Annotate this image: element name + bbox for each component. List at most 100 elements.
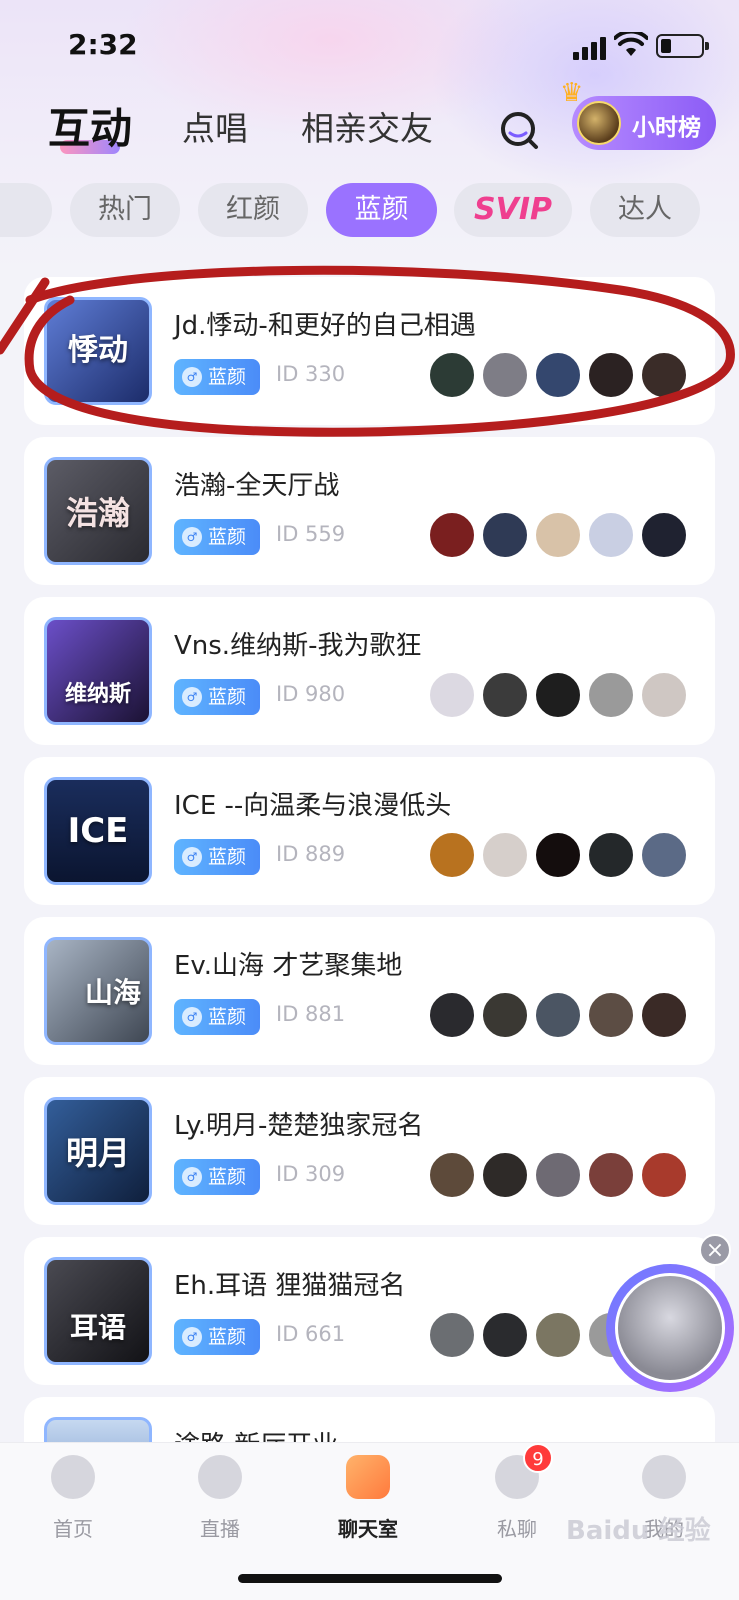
avatar[interactable] xyxy=(587,1151,635,1199)
avatar[interactable] xyxy=(481,511,529,559)
nav-label: 聊天室 xyxy=(338,1517,398,1541)
avatar[interactable] xyxy=(640,351,688,399)
room-card[interactable]: 明月 Ly.明月-楚楚独家冠名 ♂ 蓝颜 ID 309 xyxy=(24,1077,715,1225)
room-card[interactable]: 山海 Ev.山海 才艺聚集地 ♂ 蓝颜 ID 881 xyxy=(24,917,715,1065)
male-icon: ♂ xyxy=(182,687,202,707)
status-bar: 2:32 xyxy=(0,0,739,90)
room-id: ID 980 xyxy=(276,682,346,706)
wifi-icon xyxy=(614,32,648,56)
avatar[interactable] xyxy=(640,1151,688,1199)
avatar[interactable] xyxy=(481,831,529,879)
avatar[interactable] xyxy=(428,1151,476,1199)
tab-song-request[interactable]: 点唱 xyxy=(182,102,248,150)
avatar[interactable] xyxy=(640,511,688,559)
avatar[interactable] xyxy=(534,511,582,559)
avatar[interactable] xyxy=(534,991,582,1039)
avatar[interactable] xyxy=(640,991,688,1039)
male-icon: ♂ xyxy=(182,1167,202,1187)
cover-text: 浩瀚 xyxy=(65,494,130,532)
avatar[interactable] xyxy=(481,671,529,719)
room-card[interactable]: ICE ICE --向温柔与浪漫低头 ♂ 蓝颜 ID 889 xyxy=(24,757,715,905)
room-title: Ly.明月-楚楚独家冠名 xyxy=(174,1111,424,1141)
avatar[interactable] xyxy=(428,831,476,879)
close-icon[interactable]: × xyxy=(699,1234,731,1266)
nav-label: 私聊 xyxy=(497,1517,537,1541)
nav-live[interactable]: 直播 xyxy=(170,1455,270,1542)
member-avatars xyxy=(428,1151,698,1201)
room-title: Ev.山海 才艺聚集地 xyxy=(174,951,403,981)
chip-hongyan[interactable]: 红颜 xyxy=(198,183,308,237)
cover-text: 明月 xyxy=(65,1134,130,1172)
room-cover: ICE xyxy=(44,777,152,885)
avatar[interactable] xyxy=(428,511,476,559)
avatar[interactable] xyxy=(587,991,635,1039)
member-avatars xyxy=(428,991,698,1041)
avatar[interactable] xyxy=(534,671,582,719)
hourly-rank-label: 小时榜 xyxy=(632,115,701,141)
avatar[interactable] xyxy=(534,1311,582,1359)
room-title: ICE --向温柔与浪漫低头 xyxy=(174,791,452,821)
chip-partial[interactable] xyxy=(0,183,52,237)
avatar[interactable] xyxy=(428,1311,476,1359)
room-id: ID 889 xyxy=(276,842,346,866)
cover-text: 山海 xyxy=(84,976,141,1009)
room-card[interactable]: 浩瀚 浩瀚-全天厅战 ♂ 蓝颜 ID 559 xyxy=(24,437,715,585)
home-indicator[interactable] xyxy=(238,1574,502,1583)
male-icon: ♂ xyxy=(182,1327,202,1347)
avatar[interactable] xyxy=(428,671,476,719)
room-cover: 耳语 xyxy=(44,1257,152,1365)
chip-hot[interactable]: 热门 xyxy=(70,183,180,237)
nav-chatroom[interactable]: 聊天室 xyxy=(318,1455,418,1542)
room-title: Vns.维纳斯-我为歌狂 xyxy=(174,631,422,661)
room-id: ID 330 xyxy=(276,362,346,386)
avatar[interactable] xyxy=(587,671,635,719)
room-cover: 浩瀚 xyxy=(44,457,152,565)
avatar[interactable] xyxy=(534,351,582,399)
avatar[interactable] xyxy=(534,1151,582,1199)
room-cover: 山海 xyxy=(44,937,152,1045)
avatar[interactable] xyxy=(481,991,529,1039)
avatar[interactable] xyxy=(428,991,476,1039)
room-cover: 维纳斯 xyxy=(44,617,152,725)
avatar[interactable] xyxy=(615,1273,725,1383)
chip-svip[interactable]: SVIP xyxy=(454,183,572,237)
room-cover: 悸动 xyxy=(44,297,152,405)
avatar[interactable] xyxy=(640,831,688,879)
cover-text: 耳语 xyxy=(69,1311,126,1344)
home-icon xyxy=(51,1455,95,1499)
room-cover: 明月 xyxy=(44,1097,152,1205)
member-avatars xyxy=(428,351,698,401)
male-icon: ♂ xyxy=(182,367,202,387)
hourly-rank-button[interactable]: ♛ 小时榜 xyxy=(560,78,716,150)
floating-live-bubble[interactable]: × xyxy=(606,1234,739,1392)
avatar[interactable] xyxy=(587,831,635,879)
chip-lanyan[interactable]: 蓝颜 xyxy=(326,183,437,237)
play-icon xyxy=(198,1455,242,1499)
nav-home[interactable]: 首页 xyxy=(23,1455,123,1542)
room-card[interactable]: 悸动 Jd.悸动-和更好的自己相遇 ♂ 蓝颜 ID 330 xyxy=(24,277,715,425)
room-id: ID 559 xyxy=(276,522,346,546)
cover-text: ICE xyxy=(67,811,129,851)
avatar[interactable] xyxy=(587,351,635,399)
chip-talent[interactable]: 达人 xyxy=(590,183,700,237)
tab-interaction[interactable]: 互动 xyxy=(48,95,132,156)
avatar[interactable] xyxy=(640,671,688,719)
avatar[interactable] xyxy=(534,831,582,879)
search-icon[interactable] xyxy=(498,107,542,151)
avatar xyxy=(577,101,621,145)
battery-icon xyxy=(656,34,709,58)
avatar[interactable] xyxy=(481,1311,529,1359)
tab-dating[interactable]: 相亲交友 xyxy=(301,102,433,150)
room-id: ID 661 xyxy=(276,1322,346,1346)
avatar[interactable] xyxy=(428,351,476,399)
nav-messages[interactable]: 9 私聊 xyxy=(467,1443,567,1542)
category-tag: ♂ 蓝颜 xyxy=(174,519,260,555)
avatar[interactable] xyxy=(587,511,635,559)
avatar[interactable] xyxy=(481,1151,529,1199)
profile-icon xyxy=(642,1455,686,1499)
cellular-signal-icon xyxy=(573,36,609,60)
avatar[interactable] xyxy=(481,351,529,399)
message-icon: 9 xyxy=(495,1443,553,1499)
room-card[interactable]: 维纳斯 Vns.维纳斯-我为歌狂 ♂ 蓝颜 ID 980 xyxy=(24,597,715,745)
male-icon: ♂ xyxy=(182,527,202,547)
